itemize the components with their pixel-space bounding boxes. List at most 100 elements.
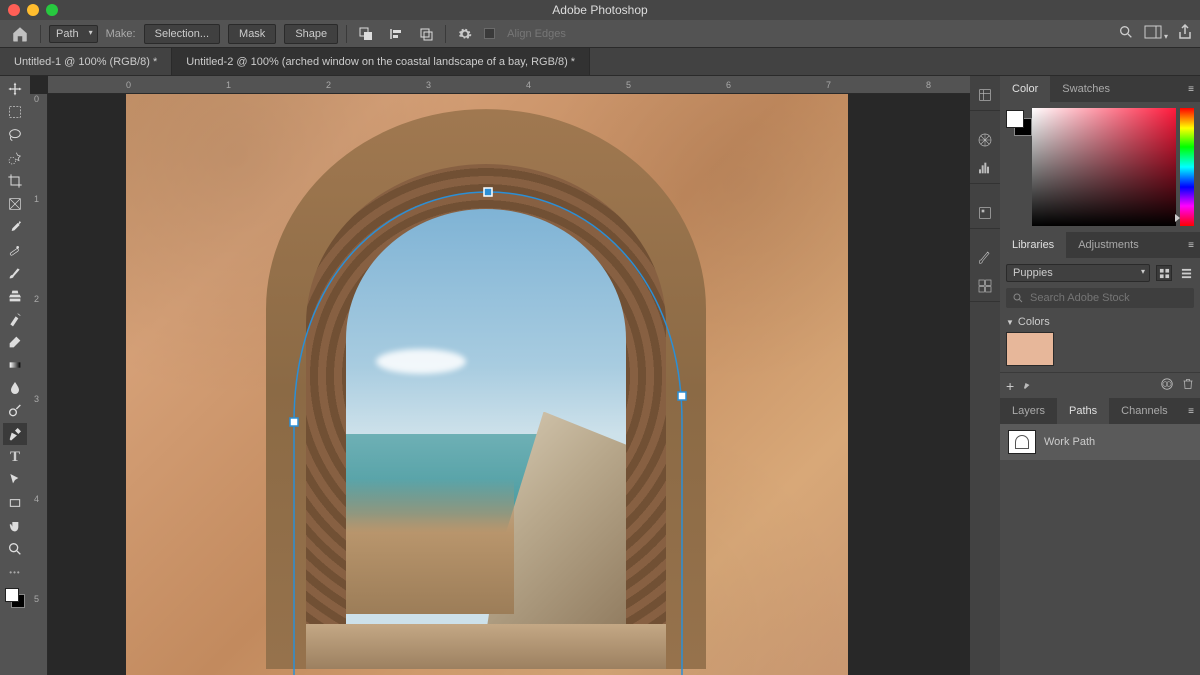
libraries-sync-icon[interactable] xyxy=(1022,378,1034,393)
add-content-icon[interactable]: + xyxy=(1006,378,1014,394)
channels-tab[interactable]: Channels xyxy=(1109,398,1179,424)
path-arrangement-icon[interactable] xyxy=(415,23,437,45)
align-edges-label: Align Edges xyxy=(507,28,566,40)
paths-tab[interactable]: Paths xyxy=(1057,398,1109,424)
color-field[interactable] xyxy=(1032,108,1176,226)
edit-toolbar-button[interactable]: ••• xyxy=(3,561,27,583)
foreground-background-swatches[interactable] xyxy=(3,586,27,610)
rectangle-tool[interactable] xyxy=(3,492,27,514)
libraries-tab[interactable]: Libraries xyxy=(1000,232,1066,258)
path-thumbnail xyxy=(1008,430,1036,454)
history-brush-tool[interactable] xyxy=(3,308,27,330)
cc-icon[interactable] xyxy=(1160,377,1174,394)
tools-panel: T ••• xyxy=(0,76,30,675)
workspace-icon[interactable]: ▾ xyxy=(1144,25,1168,42)
color-tab[interactable]: Color xyxy=(1000,76,1050,102)
clone-stamp-tool[interactable] xyxy=(3,285,27,307)
close-window-button[interactable] xyxy=(8,4,20,16)
quick-selection-tool[interactable] xyxy=(3,147,27,169)
home-icon[interactable] xyxy=(8,24,32,44)
document-tab[interactable]: Untitled-2 @ 100% (arched window on the … xyxy=(172,48,590,75)
info-panel-icon[interactable] xyxy=(976,204,994,222)
gradient-tool[interactable] xyxy=(3,354,27,376)
hue-slider[interactable] xyxy=(1180,108,1194,226)
pen-tool[interactable] xyxy=(3,423,27,445)
share-icon[interactable] xyxy=(1178,24,1192,43)
path-alignment-icon[interactable] xyxy=(385,23,407,45)
path-mode-dropdown[interactable]: Path xyxy=(49,25,98,43)
lasso-tool[interactable] xyxy=(3,124,27,146)
document-tabs-bar: Untitled-1 @ 100% (RGB/8) * Untitled-2 @… xyxy=(0,48,1200,76)
dodge-tool[interactable] xyxy=(3,400,27,422)
vertical-ruler[interactable]: 0 1 2 3 4 5 xyxy=(30,94,48,675)
brush-settings-panel-icon[interactable] xyxy=(976,277,994,295)
list-view-icon[interactable] xyxy=(1178,265,1194,281)
path-selection-tool[interactable] xyxy=(3,469,27,491)
collapsed-panel-strip xyxy=(970,76,1000,675)
navigator-panel-icon[interactable] xyxy=(976,131,994,149)
ruler-tick: 7 xyxy=(826,80,831,90)
ruler-tick: 4 xyxy=(526,80,531,90)
folder-label: Colors xyxy=(1018,316,1050,328)
color-panel xyxy=(1000,102,1200,232)
move-tool[interactable] xyxy=(3,78,27,100)
history-panel-icon[interactable] xyxy=(976,86,994,104)
path-operations-icon[interactable] xyxy=(355,23,377,45)
color-foreground-swatch[interactable] xyxy=(1006,110,1024,128)
ruler-tick: 3 xyxy=(34,394,39,404)
library-search[interactable] xyxy=(1006,288,1194,308)
ruler-tick: 2 xyxy=(326,80,331,90)
ruler-tick: 5 xyxy=(626,80,631,90)
panel-menu-icon[interactable]: ≡ xyxy=(1182,398,1200,424)
ruler-tick: 5 xyxy=(34,594,39,604)
app-titlebar: Adobe Photoshop xyxy=(0,0,1200,20)
library-search-input[interactable] xyxy=(1030,292,1188,304)
canvas[interactable] xyxy=(48,94,970,675)
histogram-panel-icon[interactable] xyxy=(976,159,994,177)
healing-brush-tool[interactable] xyxy=(3,239,27,261)
right-panels: Color Swatches ≡ Libraries Adjustments ≡… xyxy=(1000,76,1200,675)
swatches-tab[interactable]: Swatches xyxy=(1050,76,1122,102)
frame-tool[interactable] xyxy=(3,193,27,215)
search-icon xyxy=(1012,292,1024,304)
ruler-tick: 0 xyxy=(126,80,131,90)
library-color-swatch[interactable] xyxy=(1006,332,1054,366)
eyedropper-tool[interactable] xyxy=(3,216,27,238)
horizontal-ruler[interactable]: 0 1 2 3 4 5 6 7 8 xyxy=(48,76,970,94)
brush-tool[interactable] xyxy=(3,262,27,284)
foreground-color-swatch[interactable] xyxy=(5,588,19,602)
document-image xyxy=(126,94,848,675)
trash-icon[interactable] xyxy=(1182,377,1194,394)
marquee-tool[interactable] xyxy=(3,101,27,123)
adjustments-tab[interactable]: Adjustments xyxy=(1066,232,1151,258)
ruler-tick: 1 xyxy=(226,80,231,90)
zoom-tool[interactable] xyxy=(3,538,27,560)
library-selector-dropdown[interactable]: Puppies xyxy=(1006,264,1150,282)
path-label: Work Path xyxy=(1044,436,1095,448)
minimize-window-button[interactable] xyxy=(27,4,39,16)
document-tab[interactable]: Untitled-1 @ 100% (RGB/8) * xyxy=(0,48,172,75)
layers-tab[interactable]: Layers xyxy=(1000,398,1057,424)
search-icon[interactable] xyxy=(1118,24,1134,43)
library-folder-header[interactable]: ▼Colors xyxy=(1006,316,1194,328)
panel-menu-icon[interactable]: ≡ xyxy=(1182,76,1200,102)
crop-tool[interactable] xyxy=(3,170,27,192)
make-shape-button[interactable]: Shape xyxy=(284,24,338,44)
options-bar: Path Make: Selection... Mask Shape Align… xyxy=(0,20,1200,48)
make-mask-button[interactable]: Mask xyxy=(228,24,276,44)
ruler-tick: 6 xyxy=(726,80,731,90)
brushes-panel-icon[interactable] xyxy=(976,249,994,267)
grid-view-icon[interactable] xyxy=(1156,265,1172,281)
eraser-tool[interactable] xyxy=(3,331,27,353)
paths-panel-body: Work Path xyxy=(1000,424,1200,675)
panel-menu-icon[interactable]: ≡ xyxy=(1182,232,1200,258)
blur-tool[interactable] xyxy=(3,377,27,399)
make-selection-button[interactable]: Selection... xyxy=(144,24,220,44)
hand-tool[interactable] xyxy=(3,515,27,537)
path-item[interactable]: Work Path xyxy=(1000,424,1200,460)
gear-icon[interactable] xyxy=(454,23,476,45)
ruler-tick: 0 xyxy=(34,94,39,104)
align-edges-checkbox[interactable] xyxy=(484,28,495,39)
type-tool[interactable]: T xyxy=(3,446,27,468)
maximize-window-button[interactable] xyxy=(46,4,58,16)
